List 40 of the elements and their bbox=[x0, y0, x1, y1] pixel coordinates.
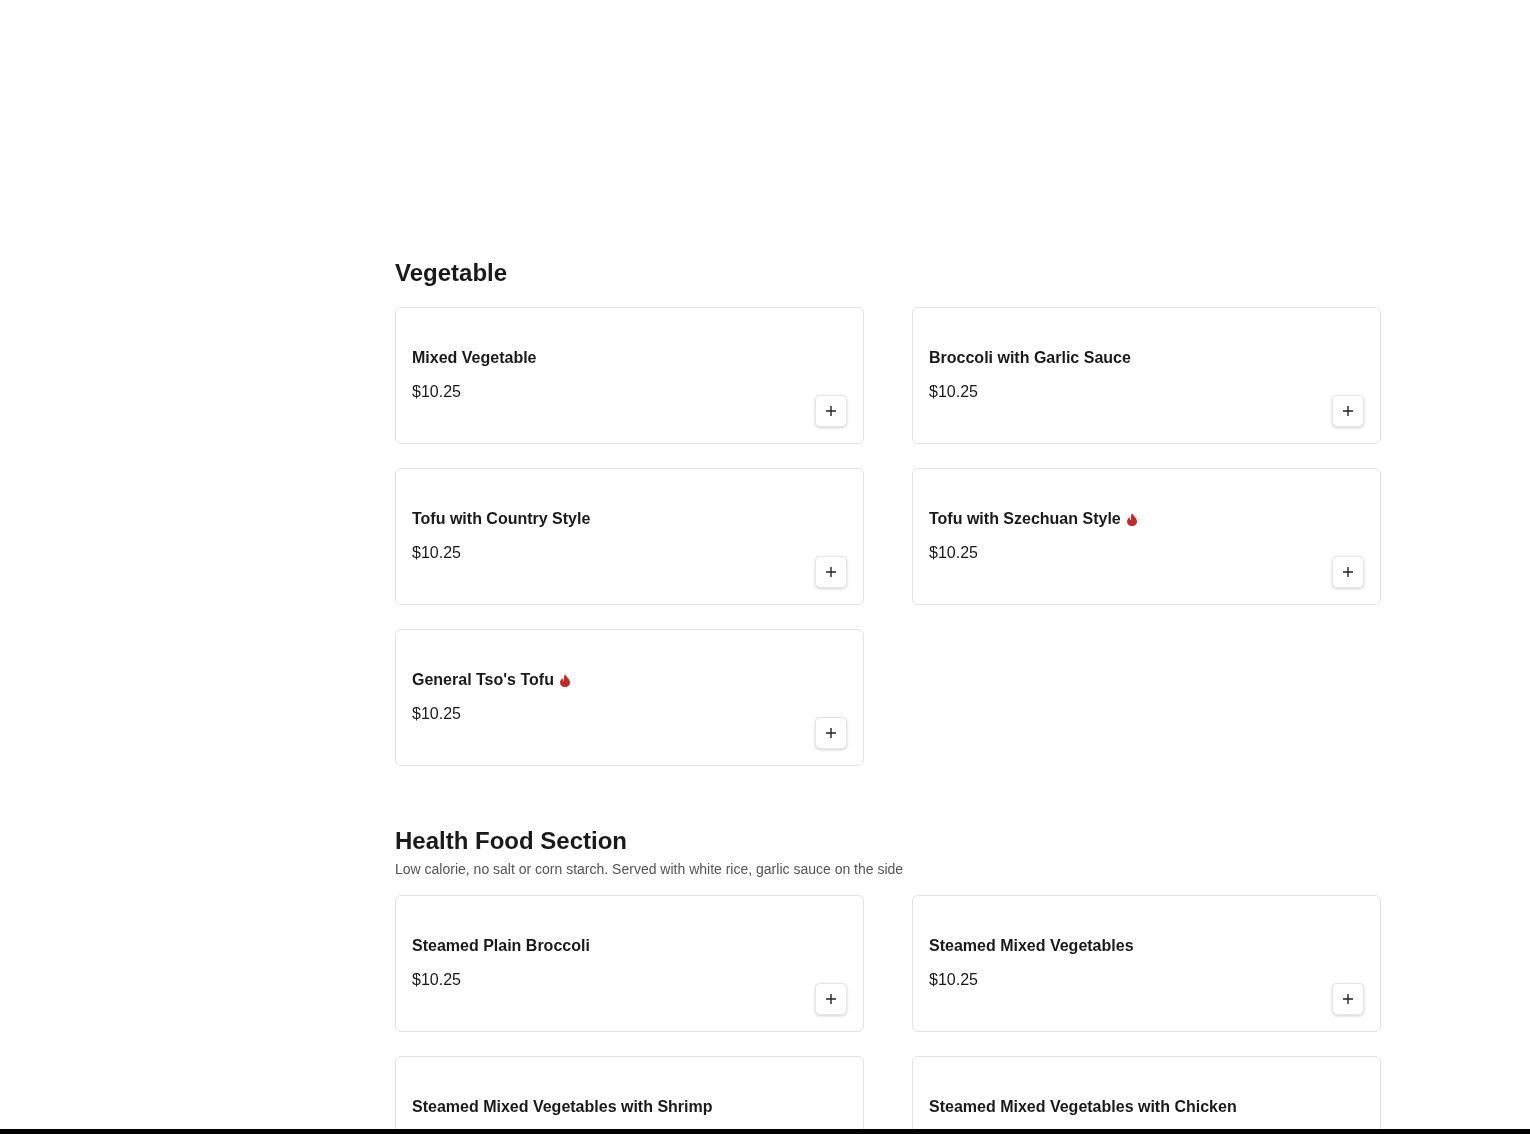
item-price: $10.25 bbox=[412, 704, 462, 724]
add-button[interactable] bbox=[815, 717, 847, 749]
add-button[interactable] bbox=[1332, 556, 1364, 588]
item-name: Steamed Mixed Vegetables with Chicken bbox=[929, 1097, 1237, 1117]
add-button[interactable] bbox=[1332, 983, 1364, 1015]
section-heading: Vegetable bbox=[395, 259, 509, 287]
menu-item-card[interactable]: Steamed Plain Broccoli $10.25 bbox=[395, 895, 864, 1032]
menu-item-card[interactable]: Mixed Vegetable $10.25 bbox=[395, 307, 864, 444]
section-heading: Health Food Section bbox=[395, 827, 628, 855]
item-name: Mixed Vegetable bbox=[412, 348, 537, 368]
item-name: Steamed Plain Broccoli bbox=[412, 936, 590, 956]
plus-icon bbox=[826, 994, 836, 1004]
item-name: Broccoli with Garlic Sauce bbox=[929, 348, 1131, 368]
section-description: Low calorie, no salt or corn starch. Served with white rice, garlic sauce on the side bbox=[395, 861, 905, 877]
item-name: Tofu with Country Style bbox=[412, 509, 591, 529]
item-price: $10.25 bbox=[929, 382, 979, 402]
menu-item-card[interactable]: Tofu with Szechuan Style $10.25 bbox=[912, 468, 1381, 605]
item-name: Steamed Mixed Vegetables bbox=[929, 936, 1134, 956]
item-name: Steamed Mixed Vegetables with Shrimp bbox=[412, 1097, 713, 1117]
item-name: General Tso's Tofu bbox=[412, 670, 554, 690]
plus-icon bbox=[826, 728, 836, 738]
menu-item-card[interactable]: Broccoli with Garlic Sauce $10.25 bbox=[912, 307, 1381, 444]
plus-icon bbox=[826, 406, 836, 416]
plus-icon bbox=[826, 567, 836, 577]
item-price: $10.25 bbox=[412, 543, 462, 563]
item-price: $10.25 bbox=[412, 970, 462, 990]
plus-icon bbox=[1343, 994, 1353, 1004]
item-price: $10.25 bbox=[929, 543, 979, 563]
add-button[interactable] bbox=[815, 556, 847, 588]
item-price: $10.25 bbox=[412, 382, 462, 402]
item-name: Tofu with Szechuan Style bbox=[929, 509, 1121, 529]
menu-item-card[interactable]: Steamed Mixed Vegetables $10.25 bbox=[912, 895, 1381, 1032]
add-button[interactable] bbox=[815, 395, 847, 427]
add-button[interactable] bbox=[815, 983, 847, 1015]
plus-icon bbox=[1343, 406, 1353, 416]
add-button[interactable] bbox=[1332, 395, 1364, 427]
menu-item-card[interactable]: Tofu with Country Style $10.25 bbox=[395, 468, 864, 605]
item-price: $10.25 bbox=[929, 970, 979, 990]
menu-item-card[interactable]: General Tso's Tofu $10.25 bbox=[395, 629, 864, 766]
plus-icon bbox=[1343, 567, 1353, 577]
